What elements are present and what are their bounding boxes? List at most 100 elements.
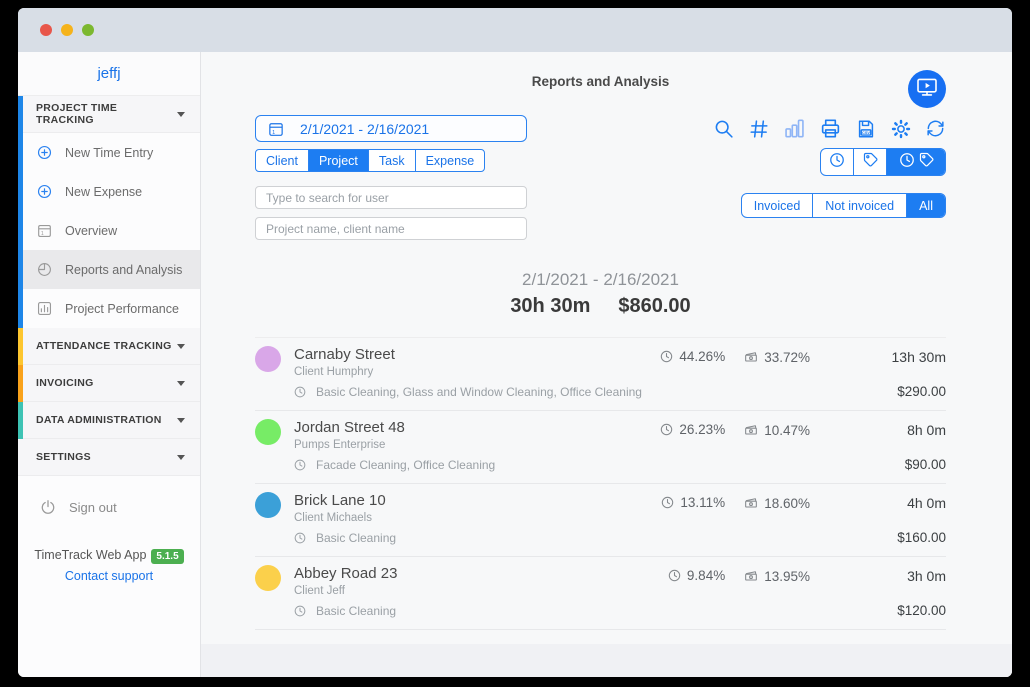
clock-icon xyxy=(293,531,307,545)
gear-icon[interactable] xyxy=(890,118,912,140)
time-percent-stat: 26.23% xyxy=(659,422,725,437)
tab-expense[interactable]: Expense xyxy=(416,150,485,171)
filter-invoiced[interactable]: Invoiced xyxy=(742,194,814,217)
client-name: Pumps Enterprise xyxy=(294,439,659,451)
task-line: Basic Cleaning, Glass and Window Cleanin… xyxy=(255,384,946,410)
client-name: Client Humphry xyxy=(294,366,659,378)
sign-out-button[interactable]: Sign out xyxy=(39,498,200,516)
time-percent-value: 9.84% xyxy=(687,568,725,583)
power-icon xyxy=(39,498,57,516)
date-range-picker[interactable]: 2/1/2021 - 2/16/2021 xyxy=(255,115,527,142)
sign-out-label: Sign out xyxy=(69,500,117,515)
section-label: PROJECT TIME TRACKING xyxy=(36,102,177,126)
plus-circle-icon xyxy=(36,183,53,200)
toggle-time-only[interactable] xyxy=(821,149,854,175)
app-name: TimeTrack Web App xyxy=(34,548,146,562)
filter-not-invoiced[interactable]: Not invoiced xyxy=(813,194,907,217)
duration: 4h 0m xyxy=(810,495,946,511)
section-header-project-time-tracking[interactable]: PROJECT TIME TRACKING xyxy=(18,96,200,133)
duration: 8h 0m xyxy=(810,422,946,438)
section-label: DATA ADMINISTRATION xyxy=(36,414,162,426)
print-icon[interactable] xyxy=(819,117,842,140)
project-color-dot xyxy=(255,419,281,445)
amount: $290.00 xyxy=(897,384,946,399)
project-name: Brick Lane 10 xyxy=(294,492,660,509)
money-icon xyxy=(743,422,759,438)
sidebar-item-project-performance[interactable]: Project Performance xyxy=(18,289,200,328)
bar-chart-icon[interactable] xyxy=(783,117,806,140)
task-line: Basic Cleaning $120.00 xyxy=(255,603,946,629)
money-icon xyxy=(743,568,759,584)
sidebar-item-overview[interactable]: Overview xyxy=(18,211,200,250)
clock-icon xyxy=(293,458,307,472)
section-header-attendance-tracking[interactable]: ATTENDANCE TRACKING xyxy=(18,328,200,365)
search-icon[interactable] xyxy=(713,118,735,140)
app-info: TimeTrack Web App 5.1.5 Contact support xyxy=(18,546,200,583)
sidebar-item-new-expense[interactable]: New Expense xyxy=(18,172,200,211)
clock-icon xyxy=(898,151,916,174)
sidebar-item-new-time-entry[interactable]: New Time Entry xyxy=(18,133,200,172)
section-header-invoicing[interactable]: INVOICING xyxy=(18,365,200,402)
time-percent-value: 44.26% xyxy=(679,349,725,364)
section-accent-bar xyxy=(18,96,23,328)
report-row: Brick Lane 10 Client Michaels 13.11% 18. xyxy=(255,484,946,557)
refresh-icon[interactable] xyxy=(925,118,946,139)
section-header-data-administration[interactable]: DATA ADMINISTRATION xyxy=(18,402,200,439)
tab-task[interactable]: Task xyxy=(369,150,416,171)
sidebar-section-attendance-tracking: ATTENDANCE TRACKING xyxy=(18,328,200,365)
task-line: Basic Cleaning $160.00 xyxy=(255,530,946,556)
amount: $160.00 xyxy=(897,530,946,545)
sidebar-section-invoicing: INVOICING xyxy=(18,365,200,402)
clock-icon xyxy=(293,604,307,618)
sidebar-section-data-administration: DATA ADMINISTRATION xyxy=(18,402,200,439)
section-label: ATTENDANCE TRACKING xyxy=(36,340,172,352)
money-icon xyxy=(743,495,759,511)
project-name: Carnaby Street xyxy=(294,346,659,363)
money-percent-stat: 18.60% xyxy=(743,495,810,511)
section-label: INVOICING xyxy=(36,377,94,389)
tab-project[interactable]: Project xyxy=(309,150,369,171)
project-search-input[interactable] xyxy=(255,217,527,240)
project-line[interactable]: Brick Lane 10 Client Michaels 13.11% 18. xyxy=(255,492,946,524)
sidebar-item-reports-and-analysis[interactable]: Reports and Analysis xyxy=(18,250,200,289)
group-by-tabs: Client Project Task Expense xyxy=(255,149,485,172)
toggle-time-and-expense[interactable] xyxy=(887,149,945,175)
time-percent-value: 13.11% xyxy=(680,495,725,510)
clock-icon xyxy=(828,151,846,174)
zoom-window-button[interactable] xyxy=(82,24,94,36)
contact-support-link[interactable]: Contact support xyxy=(18,569,200,583)
tutorial-video-button[interactable] xyxy=(908,70,946,108)
close-window-button[interactable] xyxy=(40,24,52,36)
invoice-filter: Invoiced Not invoiced All xyxy=(741,193,946,218)
version-badge: 5.1.5 xyxy=(151,549,183,564)
project-color-dot xyxy=(255,565,281,591)
time-percent-value: 26.23% xyxy=(679,422,725,437)
calendar-icon xyxy=(267,120,285,138)
project-line[interactable]: Carnaby Street Client Humphry 44.26% 33. xyxy=(255,346,946,378)
project-line[interactable]: Abbey Road 23 Client Jeff 9.84% 13.95% xyxy=(255,565,946,597)
summary-total-amount: $860.00 xyxy=(618,295,690,318)
money-icon xyxy=(743,349,759,365)
project-line[interactable]: Jordan Street 48 Pumps Enterprise 26.23% xyxy=(255,419,946,451)
toggle-expense-only[interactable] xyxy=(854,149,887,175)
report-row: Abbey Road 23 Client Jeff 9.84% 13.95% xyxy=(255,557,946,630)
chevron-down-icon xyxy=(177,418,185,423)
user-search-input[interactable] xyxy=(255,186,527,209)
sidebar-section-project-time-tracking: PROJECT TIME TRACKING New Time Entry New… xyxy=(18,96,200,328)
minimize-window-button[interactable] xyxy=(61,24,73,36)
numbers-icon[interactable] xyxy=(748,118,770,140)
task-list: Basic Cleaning xyxy=(316,531,396,545)
tab-client[interactable]: Client xyxy=(256,150,309,171)
export-csv-icon[interactable] xyxy=(855,118,877,140)
summary-date-range: 2/1/2021 - 2/16/2021 xyxy=(255,270,946,290)
report-toolbar xyxy=(713,115,946,142)
date-range-value: 2/1/2021 - 2/16/2021 xyxy=(300,121,429,137)
pie-chart-icon xyxy=(36,261,53,278)
app-window: jeffj PROJECT TIME TRACKING New Time Ent… xyxy=(18,8,1012,677)
task-list: Basic Cleaning, Glass and Window Cleanin… xyxy=(316,385,642,399)
clock-icon xyxy=(659,349,674,364)
section-header-settings[interactable]: SETTINGS xyxy=(18,439,200,476)
money-percent-stat: 10.47% xyxy=(743,422,810,438)
filter-all[interactable]: All xyxy=(907,194,945,217)
project-name: Jordan Street 48 xyxy=(294,419,659,436)
